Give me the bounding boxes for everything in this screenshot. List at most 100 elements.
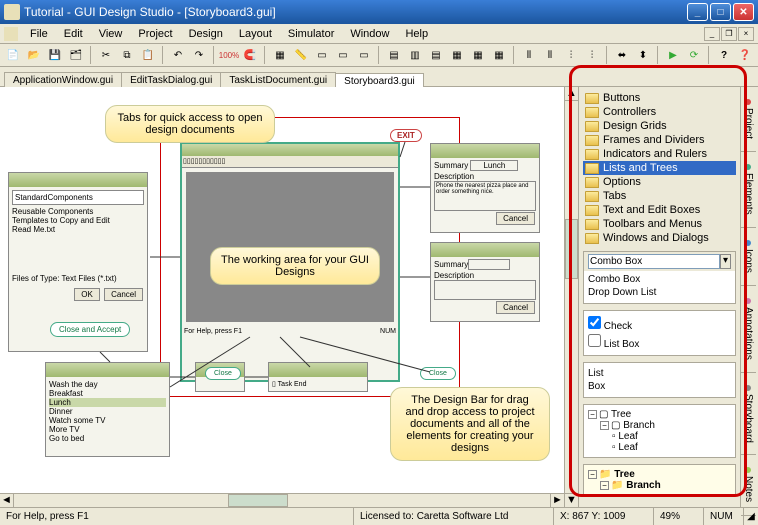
status-bar: For Help, press F1 Licensed to: Caretta … bbox=[0, 507, 758, 525]
align-bottom-icon[interactable]: ▦ bbox=[490, 46, 508, 64]
folder-text-and-edit-boxes[interactable]: Text and Edit Boxes bbox=[583, 203, 736, 217]
exit-node: EXIT bbox=[390, 129, 422, 142]
menu-window[interactable]: Window bbox=[342, 26, 397, 42]
menu-layout[interactable]: Layout bbox=[231, 26, 280, 42]
combo-input[interactable] bbox=[588, 254, 720, 269]
doc-icon bbox=[4, 27, 18, 41]
label: Description bbox=[434, 271, 474, 280]
doc-tab[interactable]: TaskListDocument.gui bbox=[220, 72, 336, 88]
tree-preview[interactable]: −▢ Tree −▢ Branch ▫ Leaf ▫ Leaf bbox=[583, 404, 736, 458]
close-node: Close bbox=[205, 367, 241, 380]
label: Dinner bbox=[49, 407, 166, 416]
tree-preview-2[interactable]: −📁 Tree −📁 Branch bbox=[583, 464, 736, 496]
refresh-icon[interactable]: ⟳ bbox=[685, 46, 703, 64]
align-middle-icon[interactable]: ▦ bbox=[469, 46, 487, 64]
side-tab-storyboard[interactable]: Storyboard bbox=[741, 373, 756, 456]
menu-help[interactable]: Help bbox=[397, 26, 436, 42]
side-tab-annotations[interactable]: Annotations bbox=[741, 286, 756, 373]
doc-tab[interactable]: EditTaskDialog.gui bbox=[121, 72, 221, 88]
listbox-preview[interactable]: Check List Box bbox=[583, 310, 736, 356]
folder-design-grids[interactable]: Design Grids bbox=[583, 119, 736, 133]
label: NUM bbox=[380, 328, 396, 335]
horizontal-scrollbar[interactable]: ◄ ► bbox=[0, 493, 564, 507]
design-bar: ButtonsControllersDesign GridsFrames and… bbox=[578, 87, 758, 507]
undo-icon[interactable]: ↶ bbox=[169, 46, 187, 64]
size-icon[interactable]: ⬌ bbox=[613, 46, 631, 64]
help-icon[interactable]: ? bbox=[715, 46, 733, 64]
copy-icon[interactable]: ⧉ bbox=[118, 46, 136, 64]
cancel-button: Cancel bbox=[104, 288, 143, 301]
list-preview[interactable]: List Box bbox=[583, 362, 736, 398]
magnet-icon[interactable]: 🧲 bbox=[241, 46, 259, 64]
folder-buttons[interactable]: Buttons bbox=[583, 91, 736, 105]
label: Branch bbox=[623, 420, 655, 431]
redo-icon[interactable]: ↷ bbox=[190, 46, 208, 64]
folder-icon bbox=[585, 233, 599, 244]
mdi-minimize-button[interactable]: _ bbox=[704, 27, 720, 41]
side-tab-icons[interactable]: Icons bbox=[741, 228, 756, 286]
folder-toolbars-and-menus[interactable]: Toolbars and Menus bbox=[583, 217, 736, 231]
minimize-button[interactable]: _ bbox=[687, 3, 708, 21]
folder-tabs[interactable]: Tabs bbox=[583, 189, 736, 203]
menu-edit[interactable]: Edit bbox=[56, 26, 91, 42]
close-node: Close bbox=[420, 367, 456, 380]
save-icon[interactable]: 💾 bbox=[46, 46, 64, 64]
label: Files of Type bbox=[12, 274, 57, 283]
folder-frames-and-dividers[interactable]: Frames and Dividers bbox=[583, 133, 736, 147]
menu-project[interactable]: Project bbox=[130, 26, 180, 42]
folder-lists-and-trees[interactable]: Lists and Trees bbox=[583, 161, 736, 175]
folder-icon bbox=[585, 93, 599, 104]
tool-icon[interactable]: ▭ bbox=[313, 46, 331, 64]
folder-icon bbox=[585, 163, 599, 174]
align-top-icon[interactable]: ▦ bbox=[448, 46, 466, 64]
distribute-icon[interactable]: ⫶ bbox=[583, 46, 601, 64]
new-icon[interactable]: 📄 bbox=[4, 46, 22, 64]
label: Box bbox=[588, 380, 731, 393]
align-center-icon[interactable]: ▥ bbox=[406, 46, 424, 64]
mdi-close-button[interactable]: × bbox=[738, 27, 754, 41]
close-button[interactable]: ✕ bbox=[733, 3, 754, 21]
design-canvas[interactable]: StandardComponents Reusable Components T… bbox=[0, 87, 564, 507]
status-license: Licensed to: Caretta Software Ltd bbox=[354, 508, 554, 525]
menu-simulator[interactable]: Simulator bbox=[280, 26, 342, 42]
align-left-icon[interactable]: ▤ bbox=[385, 46, 403, 64]
size-icon[interactable]: ⬍ bbox=[634, 46, 652, 64]
align-right-icon[interactable]: ▤ bbox=[427, 46, 445, 64]
distribute-icon[interactable]: ⫴ bbox=[520, 46, 538, 64]
side-tab-project[interactable]: Project bbox=[741, 87, 756, 152]
paste-icon[interactable]: 📋 bbox=[139, 46, 157, 64]
ruler-icon[interactable]: 📏 bbox=[292, 46, 310, 64]
tool-icon[interactable]: ▭ bbox=[334, 46, 352, 64]
side-tab-notes[interactable]: Notes bbox=[741, 455, 756, 515]
combo-preview[interactable]: ▾ Combo Box Drop Down List bbox=[583, 251, 736, 304]
folder-icon bbox=[585, 177, 599, 188]
folder-controllers[interactable]: Controllers bbox=[583, 105, 736, 119]
label: Leaf bbox=[618, 442, 637, 453]
label: Watch some TV bbox=[49, 416, 166, 425]
distribute-icon[interactable]: ⫶ bbox=[562, 46, 580, 64]
mdi-restore-button[interactable]: ❐ bbox=[721, 27, 737, 41]
menu-design[interactable]: Design bbox=[181, 26, 231, 42]
cut-icon[interactable]: ✂ bbox=[97, 46, 115, 64]
context-help-icon[interactable]: ❓ bbox=[736, 46, 754, 64]
grid-icon[interactable]: ▦ bbox=[271, 46, 289, 64]
label: Summary bbox=[434, 260, 468, 269]
folder-indicators-and-rulers[interactable]: Indicators and Rulers bbox=[583, 147, 736, 161]
save-all-icon[interactable]: 🗂 bbox=[67, 46, 85, 64]
window-title: Tutorial - GUI Design Studio - [Storyboa… bbox=[24, 5, 687, 19]
vertical-scrollbar[interactable]: ▲ ▼ bbox=[564, 87, 578, 507]
menu-view[interactable]: View bbox=[91, 26, 131, 42]
distribute-icon[interactable]: ⫴ bbox=[541, 46, 559, 64]
run-icon[interactable]: ▶ bbox=[664, 46, 682, 64]
folder-windows-and-dialogs[interactable]: Windows and Dialogs bbox=[583, 231, 736, 245]
label: Leaf bbox=[618, 431, 637, 442]
tool-icon[interactable]: ▭ bbox=[355, 46, 373, 64]
folder-icon bbox=[585, 121, 599, 132]
doc-tab[interactable]: ApplicationWindow.gui bbox=[4, 72, 122, 88]
maximize-button[interactable]: □ bbox=[710, 3, 731, 21]
zoom100-icon[interactable]: 100% bbox=[220, 46, 238, 64]
menu-file[interactable]: File bbox=[22, 26, 56, 42]
open-icon[interactable]: 📂 bbox=[25, 46, 43, 64]
side-tab-elements[interactable]: Elements bbox=[741, 152, 756, 228]
folder-options[interactable]: Options bbox=[583, 175, 736, 189]
